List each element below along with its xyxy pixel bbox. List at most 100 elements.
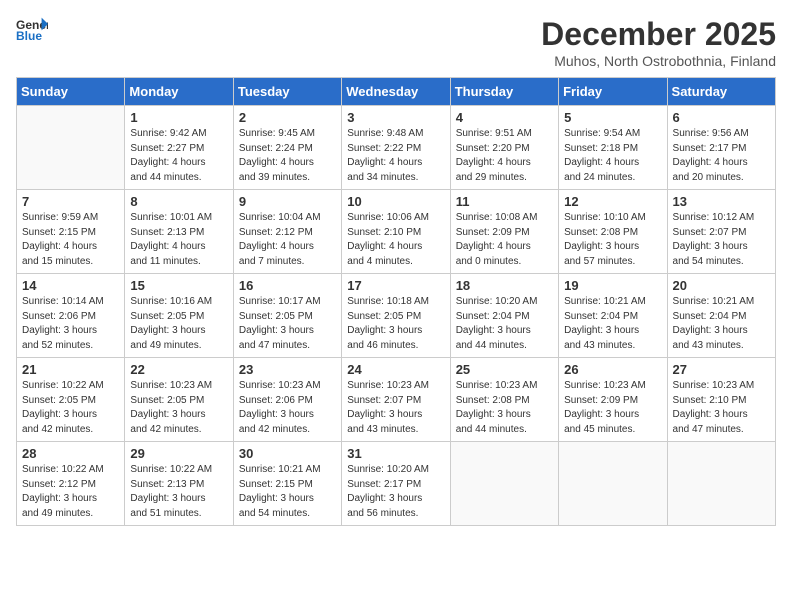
day-number: 30 <box>239 446 336 461</box>
day-info: Sunrise: 9:56 AM Sunset: 2:17 PM Dayligh… <box>673 127 770 185</box>
day-info: Sunrise: 10:17 AM Sunset: 2:05 PM Daylig… <box>239 295 336 353</box>
day-info: Sunrise: 10:20 AM Sunset: 2:17 PM Daylig… <box>347 463 444 521</box>
calendar-day-cell: 17 Sunrise: 10:18 AM Sunset: 2:05 PM Dayl… <box>342 274 450 358</box>
calendar-day-cell: 14 Sunrise: 10:14 AM Sunset: 2:06 PM Dayl… <box>17 274 125 358</box>
calendar-body: 1 Sunrise: 9:42 AM Sunset: 2:27 PM Daylig… <box>17 106 776 526</box>
calendar-day-cell: 29Sunrise: 10:22 AM Sunset: 2:13 PM Dayl… <box>125 442 233 526</box>
calendar-day-cell <box>559 442 667 526</box>
day-number: 31 <box>347 446 444 461</box>
calendar-day-cell: 30Sunrise: 10:21 AM Sunset: 2:15 PM Dayl… <box>233 442 341 526</box>
calendar-day-cell <box>667 442 775 526</box>
calendar-day-cell: 2Sunrise: 9:45 AM Sunset: 2:24 PM Daylig… <box>233 106 341 190</box>
day-info: Sunrise: 10:22 AM Sunset: 2:12 PM Daylig… <box>22 463 119 521</box>
calendar-header-row: SundayMondayTuesdayWednesdayThursdayFrid… <box>17 78 776 106</box>
calendar-day-cell: 28 Sunrise: 10:22 AM Sunset: 2:12 PM Dayl… <box>17 442 125 526</box>
day-info: Sunrise: 10:23 AM Sunset: 2:10 PM Daylig… <box>673 379 770 437</box>
day-number: 18 <box>456 278 553 293</box>
day-info: Sunrise: 9:59 AM Sunset: 2:15 PM Dayligh… <box>22 211 119 269</box>
day-info: Sunrise: 10:04 AM Sunset: 2:12 PM Daylig… <box>239 211 336 269</box>
calendar-day-cell: 31 Sunrise: 10:20 AM Sunset: 2:17 PM Dayl… <box>342 442 450 526</box>
calendar-header-cell: Tuesday <box>233 78 341 106</box>
day-info: Sunrise: 9:54 AM Sunset: 2:18 PM Dayligh… <box>564 127 661 185</box>
day-number: 9 <box>239 194 336 209</box>
calendar-header-cell: Sunday <box>17 78 125 106</box>
month-title: December 2025 <box>541 16 776 53</box>
day-info: Sunrise: 10:23 AM Sunset: 2:09 PM Daylig… <box>564 379 661 437</box>
day-number: 20 <box>673 278 770 293</box>
calendar-day-cell: 8Sunrise: 10:01 AM Sunset: 2:13 PM Dayli… <box>125 190 233 274</box>
calendar-day-cell: 1 Sunrise: 9:42 AM Sunset: 2:27 PM Daylig… <box>125 106 233 190</box>
title-area: December 2025 Muhos, North Ostrobothnia,… <box>541 16 776 69</box>
calendar-week-row: 14 Sunrise: 10:14 AM Sunset: 2:06 PM Dayl… <box>17 274 776 358</box>
day-number: 15 <box>130 278 227 293</box>
calendar-day-cell: 18 Sunrise: 10:20 AM Sunset: 2:04 PM Dayl… <box>450 274 558 358</box>
calendar-day-cell: 21 Sunrise: 10:22 AM Sunset: 2:05 PM Dayl… <box>17 358 125 442</box>
header: General Blue December 2025 Muhos, North … <box>16 16 776 69</box>
calendar-day-cell: 7 Sunrise: 9:59 AM Sunset: 2:15 PM Daylig… <box>17 190 125 274</box>
day-info: Sunrise: 10:06 AM Sunset: 2:10 PM Daylig… <box>347 211 444 269</box>
logo-icon: General Blue <box>16 16 48 44</box>
day-number: 24 <box>347 362 444 377</box>
day-number: 3 <box>347 110 444 125</box>
calendar-header-cell: Monday <box>125 78 233 106</box>
calendar-header-cell: Saturday <box>667 78 775 106</box>
calendar-day-cell: 3 Sunrise: 9:48 AM Sunset: 2:22 PM Daylig… <box>342 106 450 190</box>
day-info: Sunrise: 10:21 AM Sunset: 2:04 PM Daylig… <box>673 295 770 353</box>
day-number: 28 <box>22 446 119 461</box>
calendar-day-cell: 11Sunrise: 10:08 AM Sunset: 2:09 PM Dayl… <box>450 190 558 274</box>
day-info: Sunrise: 9:45 AM Sunset: 2:24 PM Dayligh… <box>239 127 336 185</box>
day-number: 17 <box>347 278 444 293</box>
day-number: 5 <box>564 110 661 125</box>
calendar-week-row: 28 Sunrise: 10:22 AM Sunset: 2:12 PM Dayl… <box>17 442 776 526</box>
day-info: Sunrise: 10:18 AM Sunset: 2:05 PM Daylig… <box>347 295 444 353</box>
day-info: Sunrise: 10:23 AM Sunset: 2:05 PM Daylig… <box>130 379 227 437</box>
day-info: Sunrise: 10:21 AM Sunset: 2:04 PM Daylig… <box>564 295 661 353</box>
calendar-day-cell: 10 Sunrise: 10:06 AM Sunset: 2:10 PM Dayl… <box>342 190 450 274</box>
day-number: 27 <box>673 362 770 377</box>
day-info: Sunrise: 10:23 AM Sunset: 2:08 PM Daylig… <box>456 379 553 437</box>
calendar-day-cell: 27 Sunrise: 10:23 AM Sunset: 2:10 PM Dayl… <box>667 358 775 442</box>
day-number: 25 <box>456 362 553 377</box>
day-number: 10 <box>347 194 444 209</box>
calendar-day-cell: 15 Sunrise: 10:16 AM Sunset: 2:05 PM Dayl… <box>125 274 233 358</box>
calendar-day-cell: 19 Sunrise: 10:21 AM Sunset: 2:04 PM Dayl… <box>559 274 667 358</box>
calendar-day-cell: 16 Sunrise: 10:17 AM Sunset: 2:05 PM Dayl… <box>233 274 341 358</box>
calendar-day-cell: 13Sunrise: 10:12 AM Sunset: 2:07 PM Dayl… <box>667 190 775 274</box>
day-number: 4 <box>456 110 553 125</box>
day-number: 19 <box>564 278 661 293</box>
calendar-day-cell <box>17 106 125 190</box>
day-info: Sunrise: 10:14 AM Sunset: 2:06 PM Daylig… <box>22 295 119 353</box>
calendar-day-cell: 5 Sunrise: 9:54 AM Sunset: 2:18 PM Daylig… <box>559 106 667 190</box>
calendar-week-row: 1 Sunrise: 9:42 AM Sunset: 2:27 PM Daylig… <box>17 106 776 190</box>
calendar-header-cell: Wednesday <box>342 78 450 106</box>
day-info: Sunrise: 10:16 AM Sunset: 2:05 PM Daylig… <box>130 295 227 353</box>
day-number: 14 <box>22 278 119 293</box>
day-number: 1 <box>130 110 227 125</box>
day-number: 29 <box>130 446 227 461</box>
calendar-day-cell: 22Sunrise: 10:23 AM Sunset: 2:05 PM Dayl… <box>125 358 233 442</box>
calendar-week-row: 21 Sunrise: 10:22 AM Sunset: 2:05 PM Dayl… <box>17 358 776 442</box>
calendar-day-cell: 9 Sunrise: 10:04 AM Sunset: 2:12 PM Dayli… <box>233 190 341 274</box>
day-number: 13 <box>673 194 770 209</box>
day-number: 8 <box>130 194 227 209</box>
calendar-day-cell: 12Sunrise: 10:10 AM Sunset: 2:08 PM Dayl… <box>559 190 667 274</box>
calendar-day-cell: 24Sunrise: 10:23 AM Sunset: 2:07 PM Dayl… <box>342 358 450 442</box>
location-title: Muhos, North Ostrobothnia, Finland <box>541 53 776 69</box>
day-info: Sunrise: 10:10 AM Sunset: 2:08 PM Daylig… <box>564 211 661 269</box>
day-info: Sunrise: 10:22 AM Sunset: 2:05 PM Daylig… <box>22 379 119 437</box>
day-number: 6 <box>673 110 770 125</box>
day-info: Sunrise: 9:48 AM Sunset: 2:22 PM Dayligh… <box>347 127 444 185</box>
calendar-day-cell: 20 Sunrise: 10:21 AM Sunset: 2:04 PM Dayl… <box>667 274 775 358</box>
day-number: 16 <box>239 278 336 293</box>
day-info: Sunrise: 10:20 AM Sunset: 2:04 PM Daylig… <box>456 295 553 353</box>
day-info: Sunrise: 9:42 AM Sunset: 2:27 PM Dayligh… <box>130 127 227 185</box>
calendar-day-cell: 4Sunrise: 9:51 AM Sunset: 2:20 PM Daylig… <box>450 106 558 190</box>
calendar-day-cell: 6 Sunrise: 9:56 AM Sunset: 2:17 PM Daylig… <box>667 106 775 190</box>
day-number: 23 <box>239 362 336 377</box>
day-number: 26 <box>564 362 661 377</box>
day-number: 21 <box>22 362 119 377</box>
calendar-header-cell: Friday <box>559 78 667 106</box>
day-number: 11 <box>456 194 553 209</box>
day-number: 7 <box>22 194 119 209</box>
calendar-header-cell: Thursday <box>450 78 558 106</box>
